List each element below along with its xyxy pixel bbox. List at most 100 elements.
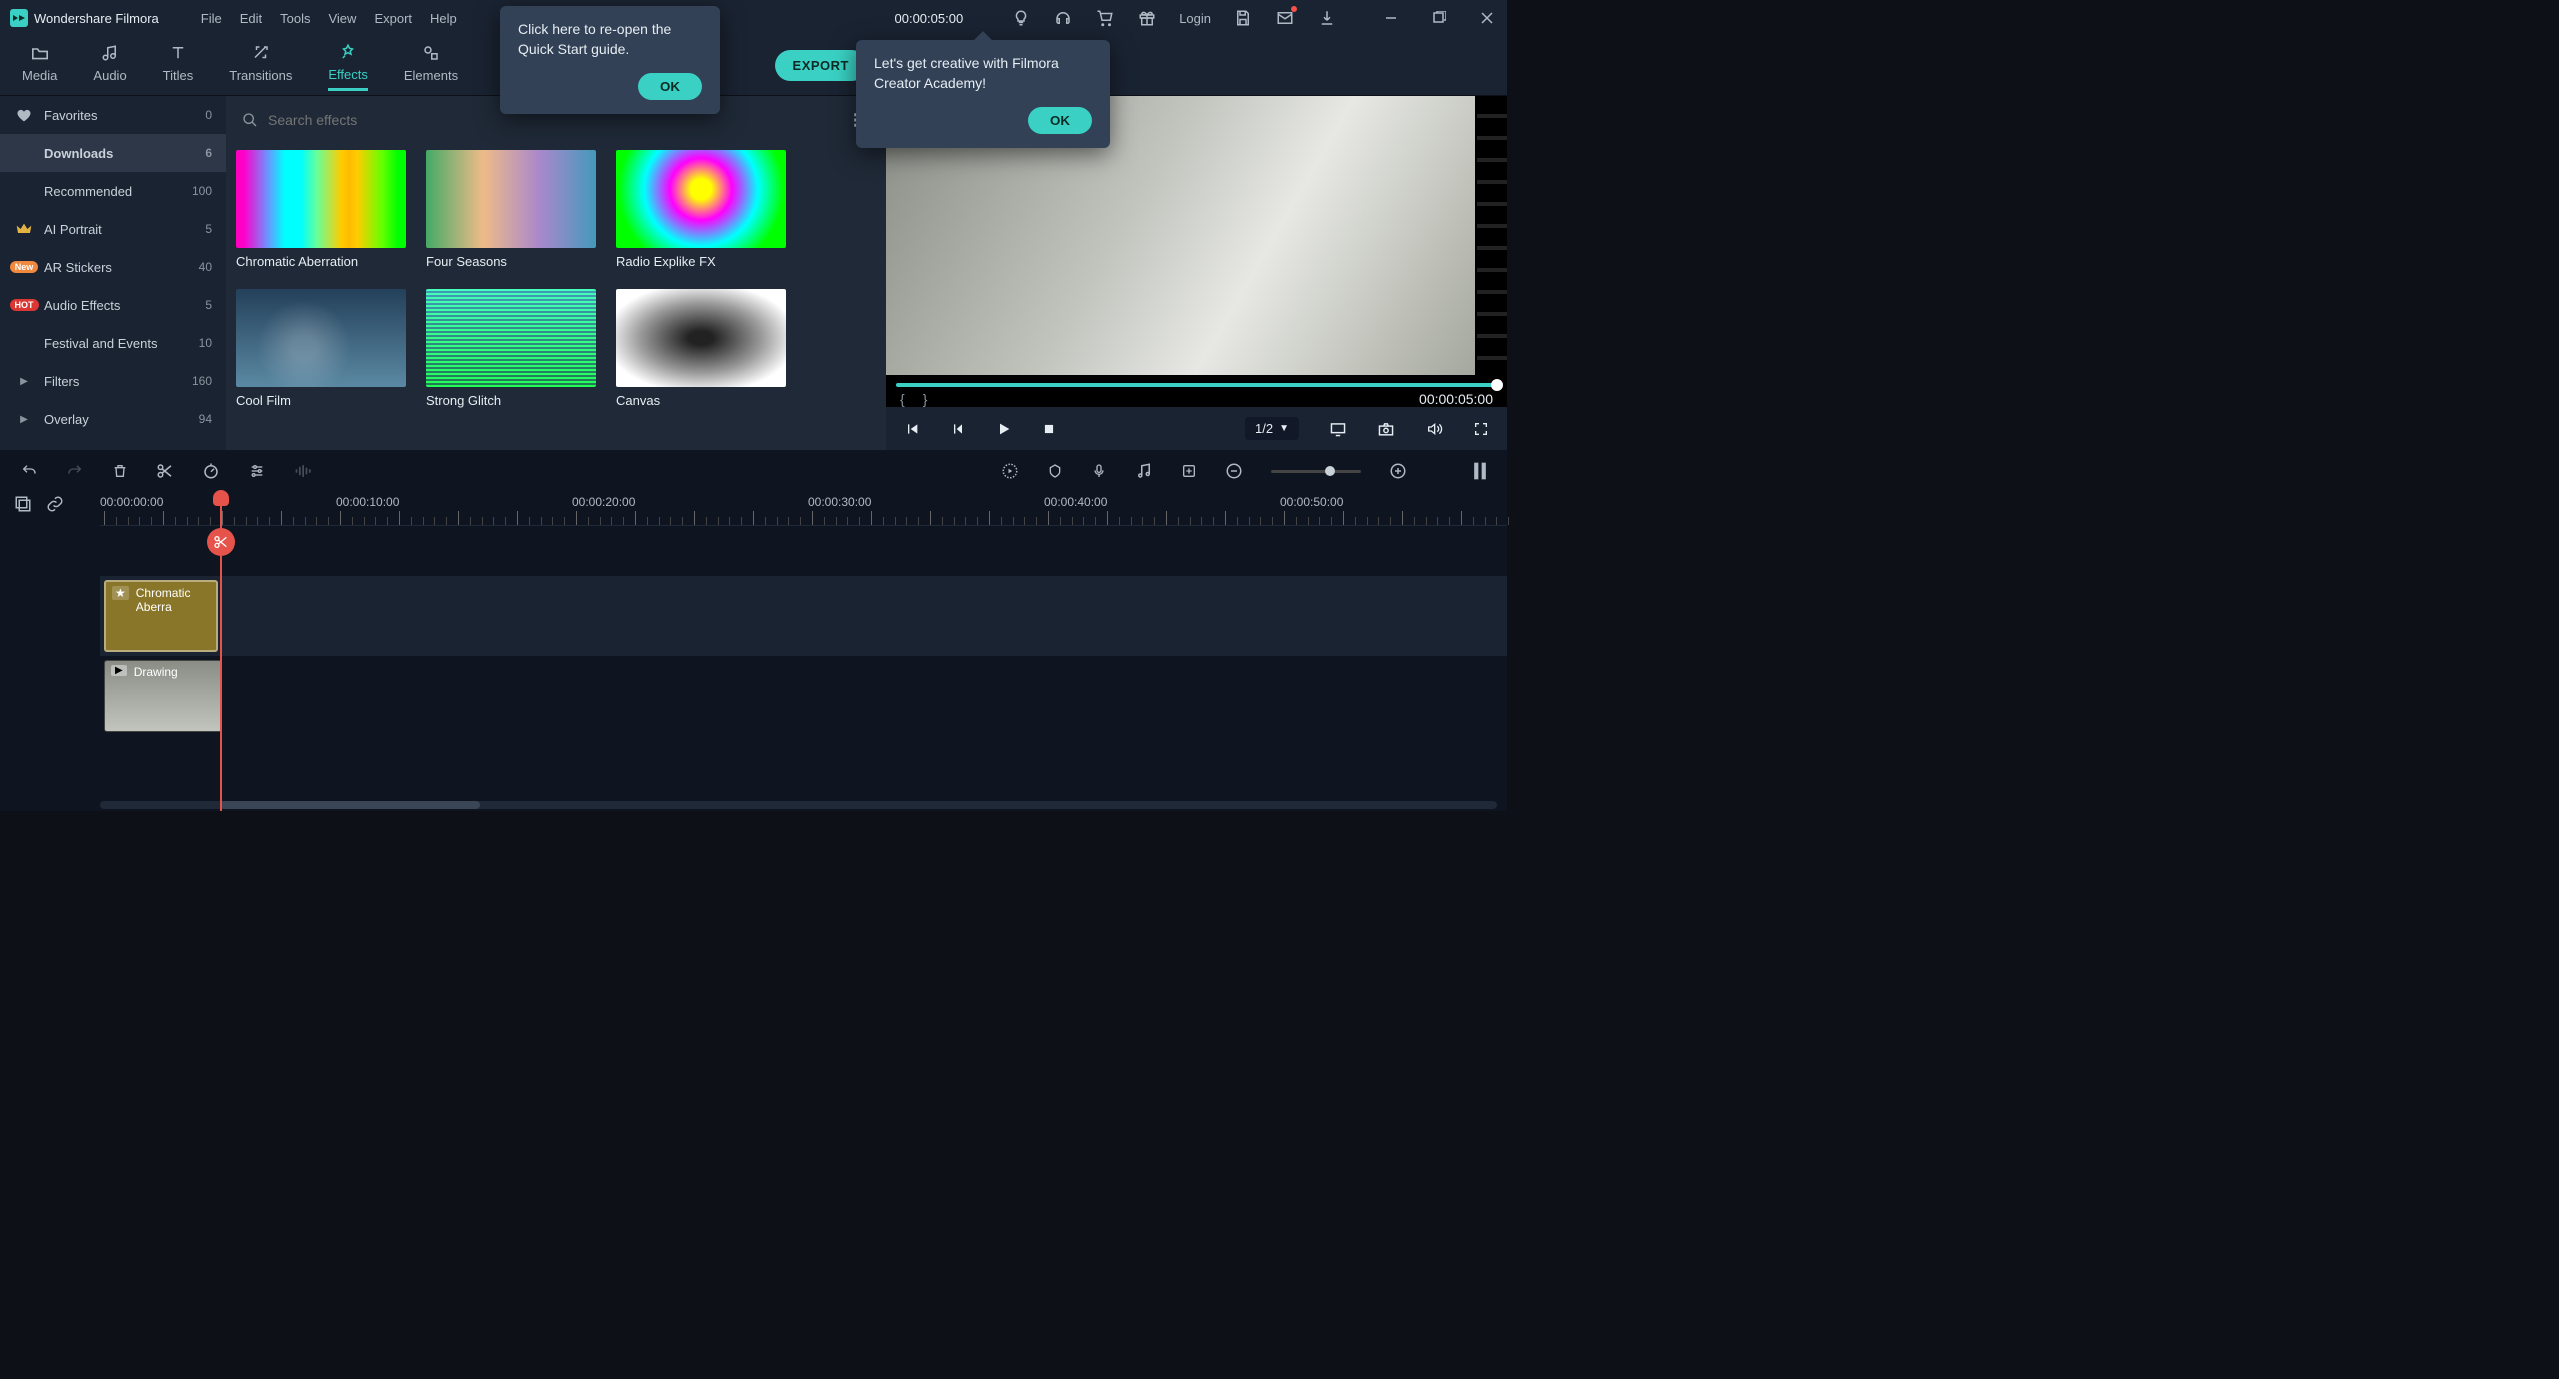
mail-icon[interactable] xyxy=(1275,8,1295,28)
export-button[interactable]: EXPORT xyxy=(775,50,867,81)
stop-button[interactable] xyxy=(1042,422,1056,436)
login-button[interactable]: Login xyxy=(1179,11,1211,26)
clip-effect[interactable]: Chromatic Aberra xyxy=(104,580,218,652)
redo-button[interactable] xyxy=(66,463,84,479)
step-button[interactable] xyxy=(950,421,966,437)
gift-icon[interactable] xyxy=(1137,8,1157,28)
effect-card[interactable]: Four Seasons xyxy=(426,150,596,269)
effect-thumb xyxy=(426,289,596,387)
undo-button[interactable] xyxy=(20,463,38,479)
play-button[interactable] xyxy=(996,421,1012,437)
effect-card[interactable]: Cool Film xyxy=(236,289,406,408)
lightbulb-icon[interactable] xyxy=(1011,8,1031,28)
effect-card[interactable]: Radio Explike FX xyxy=(616,150,786,269)
add-track-icon[interactable] xyxy=(14,495,32,513)
window-minimize-icon[interactable] xyxy=(1381,8,1401,28)
preview-panel: { } 00:00:05:00 1/2 ▼ xyxy=(886,96,1507,450)
tab-transitions-label: Transitions xyxy=(229,68,292,83)
track-video[interactable]: ▶1 Drawing xyxy=(100,656,1507,736)
download-icon[interactable] xyxy=(1317,8,1337,28)
new-badge: New xyxy=(10,261,39,273)
heart-icon xyxy=(14,108,34,122)
search-field[interactable] xyxy=(268,112,534,128)
window-close-icon[interactable] xyxy=(1477,8,1497,28)
hot-badge: HOT xyxy=(10,299,39,311)
link-icon[interactable] xyxy=(46,495,64,513)
save-icon[interactable] xyxy=(1233,8,1253,28)
tab-titles[interactable]: Titles xyxy=(163,42,194,89)
audio-waveform-icon[interactable] xyxy=(294,463,314,479)
track-effect[interactable]: ▶2 Chromatic Aberra xyxy=(100,576,1507,656)
cart-icon[interactable] xyxy=(1095,8,1115,28)
audio-sync-icon[interactable] xyxy=(1135,462,1153,480)
voiceover-icon[interactable] xyxy=(1091,462,1107,480)
tab-transitions[interactable]: Transitions xyxy=(229,42,292,89)
split-button[interactable] xyxy=(156,462,174,480)
preview-timecode: 00:00:05:00 xyxy=(1419,391,1493,407)
zoom-in-button[interactable] xyxy=(1389,462,1407,480)
window-maximize-icon[interactable] xyxy=(1429,8,1449,28)
mark-in-icon[interactable]: { xyxy=(900,391,905,407)
sidebar-item-ar-stickers[interactable]: New AR Stickers 40 xyxy=(0,248,226,286)
sidebar-item-festival[interactable]: Festival and Events 10 xyxy=(0,324,226,362)
timeline-scrollbar[interactable] xyxy=(100,801,1497,809)
ruler-label: 00:00:30:00 xyxy=(808,495,871,509)
zoom-out-button[interactable] xyxy=(1225,462,1243,480)
effect-card[interactable]: Canvas xyxy=(616,289,786,408)
text-icon xyxy=(169,42,187,64)
tooltip-ok-button[interactable]: OK xyxy=(638,73,702,100)
timeline-settings-icon[interactable] xyxy=(1473,461,1487,481)
sidebar-item-filters[interactable]: ▶ Filters 160 xyxy=(0,362,226,400)
tab-media[interactable]: Media xyxy=(22,42,57,89)
clip-video[interactable]: Drawing xyxy=(104,660,222,732)
timeline-ruler[interactable]: 00:00:00:0000:00:10:0000:00:20:0000:00:3… xyxy=(100,492,1507,526)
menu-tools[interactable]: Tools xyxy=(280,11,310,26)
tab-elements-label: Elements xyxy=(404,68,458,83)
menu-file[interactable]: File xyxy=(201,11,222,26)
menu-export[interactable]: Export xyxy=(374,11,412,26)
playhead[interactable] xyxy=(220,492,222,811)
sidebar-item-audio-effects[interactable]: HOT Audio Effects 5 xyxy=(0,286,226,324)
menu-help[interactable]: Help xyxy=(430,11,457,26)
render-icon[interactable] xyxy=(1001,462,1019,480)
sidebar-item-recommended[interactable]: Recommended 100 xyxy=(0,172,226,210)
preview-scrubber[interactable] xyxy=(896,383,1497,387)
sidebar-item-favorites[interactable]: Favorites 0 xyxy=(0,96,226,134)
project-timecode: 00:00:05:00 xyxy=(895,11,964,26)
sliders-icon[interactable] xyxy=(248,463,266,479)
zoom-slider[interactable] xyxy=(1271,470,1361,473)
sidebar-count: 94 xyxy=(199,412,212,426)
sidebar-item-overlay[interactable]: ▶ Overlay 94 xyxy=(0,400,226,438)
scissors-icon[interactable] xyxy=(207,528,235,556)
effect-card[interactable]: Strong Glitch xyxy=(426,289,596,408)
support-icon[interactable] xyxy=(1053,8,1073,28)
ruler-label: 00:00:10:00 xyxy=(336,495,399,509)
marker-icon[interactable] xyxy=(1047,462,1063,480)
display-settings-icon[interactable] xyxy=(1329,421,1347,437)
mark-out-icon[interactable]: } xyxy=(923,391,928,407)
snapshot-icon[interactable] xyxy=(1377,421,1395,437)
sidebar-item-ai-portrait[interactable]: AI Portrait 5 xyxy=(0,210,226,248)
preview-page-text: 1/2 xyxy=(1255,421,1273,436)
effect-card[interactable]: Chromatic Aberration xyxy=(236,150,406,269)
volume-icon[interactable] xyxy=(1425,421,1443,437)
tab-effects[interactable]: Effects xyxy=(328,41,368,91)
menu-edit[interactable]: Edit xyxy=(240,11,262,26)
sidebar-label: AI Portrait xyxy=(44,222,102,237)
tooltip-ok-button[interactable]: OK xyxy=(1028,107,1092,134)
tab-audio[interactable]: Audio xyxy=(93,42,126,89)
prev-frame-button[interactable] xyxy=(904,421,920,437)
delete-button[interactable] xyxy=(112,462,128,480)
sidebar-item-downloads[interactable]: Downloads 6 xyxy=(0,134,226,172)
sidebar-label: Overlay xyxy=(44,412,89,427)
menu-view[interactable]: View xyxy=(328,11,356,26)
tab-elements[interactable]: Elements xyxy=(404,42,458,89)
search-effects-input[interactable] xyxy=(242,106,534,134)
sidebar-count: 5 xyxy=(205,222,212,236)
preview-page-dropdown[interactable]: 1/2 ▼ xyxy=(1245,417,1299,440)
tab-effects-label: Effects xyxy=(328,67,368,82)
keyframe-icon[interactable] xyxy=(1181,463,1197,479)
speed-button[interactable] xyxy=(202,462,220,480)
fullscreen-icon[interactable] xyxy=(1473,421,1489,437)
scrollbar-thumb[interactable] xyxy=(220,801,480,809)
